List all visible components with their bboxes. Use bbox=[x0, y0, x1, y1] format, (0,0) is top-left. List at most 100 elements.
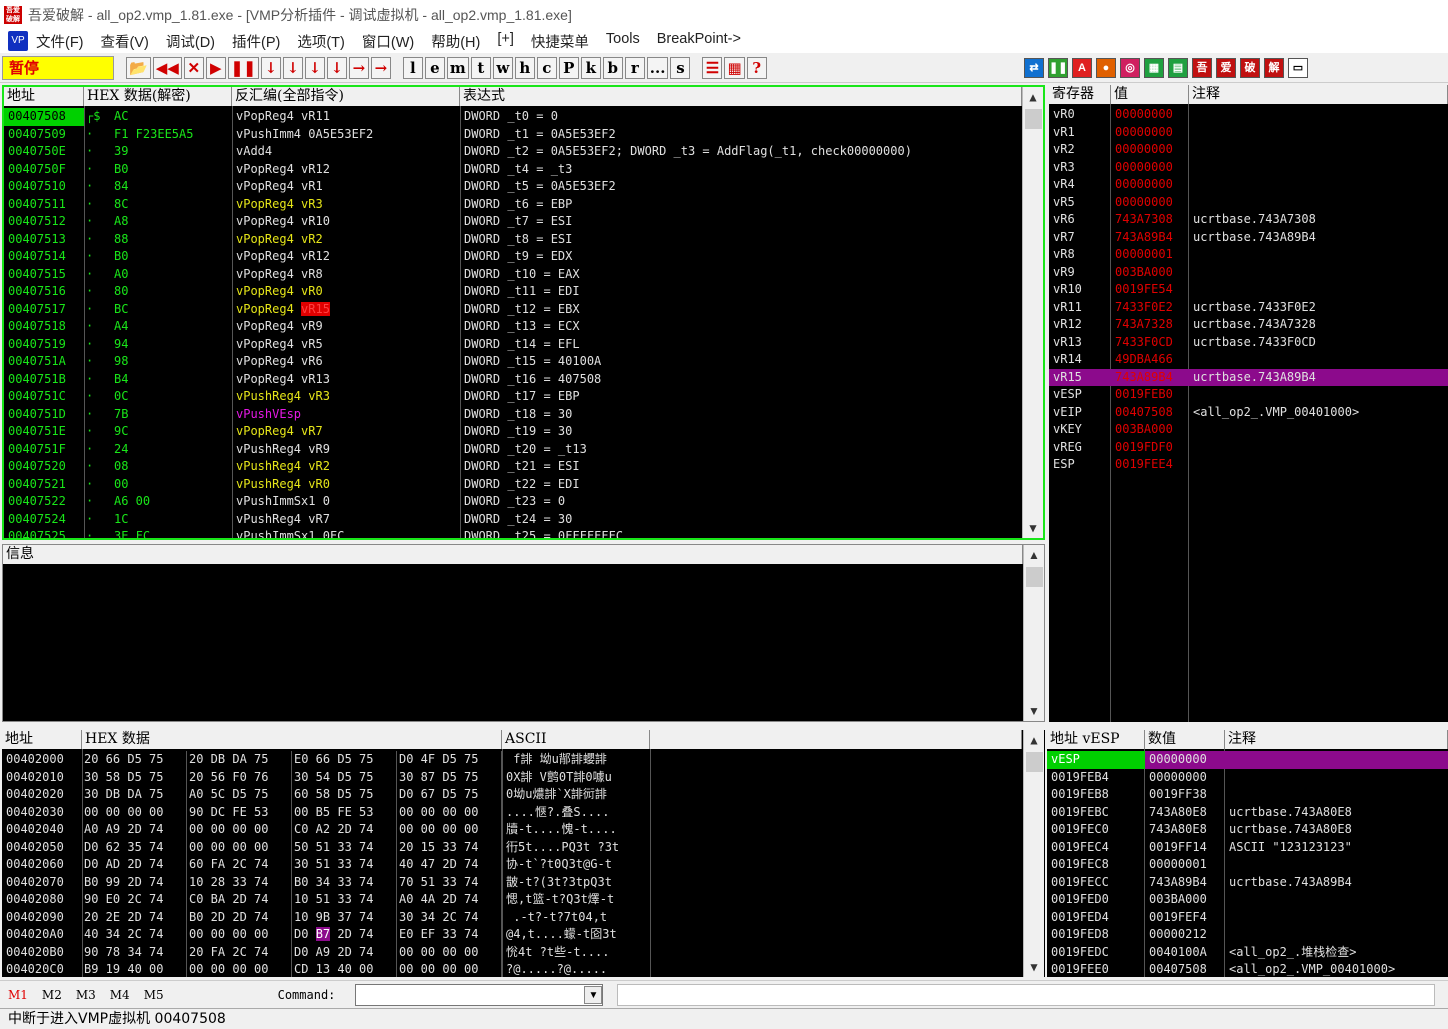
dump-ascii[interactable]: ?@.....?@..... bbox=[502, 961, 650, 977]
stack-row[interactable]: 0019FEDC 0040100A <all_op2_.堆栈检查> bbox=[1047, 944, 1448, 962]
hex-cell[interactable]: A0 bbox=[110, 266, 232, 284]
dump-address[interactable]: 00402060 bbox=[2, 856, 82, 874]
plugin-button[interactable]: ⇄ bbox=[1024, 57, 1044, 78]
register-value[interactable]: 00000001 bbox=[1111, 246, 1189, 264]
register-row[interactable]: vR14 49DBA466 bbox=[1049, 351, 1448, 369]
table-row[interactable]: 00407518 · A4 vPopReg4 vR9 DWORD _t13 = ECX bbox=[4, 318, 1022, 336]
registers-panel[interactable]: 寄存器 值 注释 vR0 00000000 vR1 00000000 vR2 000000… bbox=[1049, 85, 1448, 722]
register-value[interactable]: 00000000 bbox=[1111, 106, 1189, 124]
cpu-scrollbar[interactable]: ▲ ▼ bbox=[1022, 87, 1043, 538]
stack-value[interactable]: 0019FF14 bbox=[1145, 839, 1225, 857]
disasm-cell[interactable]: vPushImmSx1 0 bbox=[232, 493, 460, 511]
nav-buttons-button[interactable]: ✕ bbox=[183, 56, 204, 79]
register-row[interactable]: vESP 0019FEB0 bbox=[1049, 386, 1448, 404]
address-cell[interactable]: 00407524 bbox=[4, 511, 84, 529]
address-cell[interactable]: 0040751C bbox=[4, 388, 84, 406]
letter-buttons-button[interactable]: m bbox=[446, 56, 469, 79]
scroll-down-icon[interactable]: ▼ bbox=[1024, 701, 1044, 721]
nav-buttons-button[interactable]: → bbox=[370, 56, 391, 79]
disasm-cell[interactable]: vPopReg4 vR11 bbox=[232, 108, 460, 126]
hex-cell[interactable]: A6 00 bbox=[110, 493, 232, 511]
dump-scrollbar[interactable]: ▲ ▼ bbox=[1023, 730, 1044, 977]
register-row[interactable]: vR15 743A89B4 ucrtbase.743A89B4 bbox=[1049, 368, 1448, 386]
table-row[interactable]: 0040751D · 7B vPushVEsp DWORD _t18 = 30 bbox=[4, 406, 1022, 424]
hex-cell[interactable]: F1 F23EE5A5 bbox=[110, 126, 232, 144]
stack-row[interactable]: 0019FED8 00000212 bbox=[1047, 926, 1448, 944]
hex-group[interactable]: 00 00 00 00 bbox=[187, 821, 292, 839]
hex-group[interactable]: 60 58 D5 75 bbox=[292, 786, 397, 804]
stack-address[interactable]: 0019FED4 bbox=[1047, 909, 1145, 927]
expression-cell[interactable]: DWORD _t22 = EDI bbox=[460, 476, 1022, 494]
table-row[interactable]: 00407516 · 80 vPopReg4 vR0 DWORD _t11 = EDI bbox=[4, 283, 1022, 301]
stack-address[interactable]: 0019FEC4 bbox=[1047, 839, 1145, 857]
address-cell[interactable]: 00407522 bbox=[4, 493, 84, 511]
memory-mark-m2[interactable]: M2 bbox=[42, 988, 62, 1002]
table-row[interactable]: 0040751F · 24 vPushReg4 vR9 DWORD _t20 = _t1… bbox=[4, 441, 1022, 459]
address-cell[interactable]: 00407519 bbox=[4, 336, 84, 354]
register-value[interactable]: 49DBA466 bbox=[1111, 351, 1189, 369]
dump-ascii[interactable]: 恱4t ?t些-t.... bbox=[502, 944, 650, 962]
letter-buttons-button[interactable]: t bbox=[470, 56, 491, 79]
hex-group[interactable]: D0 4F D5 75 bbox=[397, 751, 502, 769]
register-value[interactable]: 743A7328 bbox=[1111, 316, 1189, 334]
register-value[interactable]: 7433F0E2 bbox=[1111, 299, 1189, 317]
plugin-button[interactable]: ● bbox=[1096, 57, 1116, 78]
dump-row[interactable]: 00402030 00 00 00 00 90 DC FE 53 00 B5 FE 5… bbox=[2, 803, 1022, 821]
address-cell[interactable]: 0040750F bbox=[4, 161, 84, 179]
hex-cell[interactable]: 84 bbox=[110, 178, 232, 196]
hex-cell[interactable]: 3E FC bbox=[110, 528, 232, 538]
expression-cell[interactable]: DWORD _t6 = EBP bbox=[460, 196, 1022, 214]
expression-cell[interactable]: DWORD _t10 = EAX bbox=[460, 266, 1022, 284]
stack-value[interactable]: 0019FEF4 bbox=[1145, 909, 1225, 927]
table-row[interactable]: 00407525 · 3E FC vPushImmSx1 0FC DWORD _t25 … bbox=[4, 528, 1022, 538]
stack-value[interactable]: 743A89B4 bbox=[1145, 874, 1225, 892]
hex-group[interactable]: 20 FA 2C 74 bbox=[187, 943, 292, 961]
expression-cell[interactable]: DWORD _t11 = EDI bbox=[460, 283, 1022, 301]
expression-cell[interactable]: DWORD _t21 = ESI bbox=[460, 458, 1022, 476]
menu-item[interactable]: [+] bbox=[497, 31, 514, 52]
table-row[interactable]: 00407513 · 88 vPopReg4 vR2 DWORD _t8 = ESI bbox=[4, 231, 1022, 249]
nav-buttons-button[interactable]: ↓ bbox=[304, 56, 325, 79]
dump-address[interactable]: 00402050 bbox=[2, 839, 82, 857]
menu-item[interactable]: 插件(P) bbox=[232, 31, 280, 52]
scroll-up-icon[interactable]: ▲ bbox=[1023, 87, 1043, 107]
dump-address[interactable]: 00402010 bbox=[2, 769, 82, 787]
stack-row[interactable]: 0019FEC8 00000001 bbox=[1047, 856, 1448, 874]
nav-buttons-button[interactable]: ↓ bbox=[282, 56, 303, 79]
stack-address[interactable]: 0019FEBC bbox=[1047, 804, 1145, 822]
stack-row[interactable]: 0019FEC0 743A80E8 ucrtbase.743A80E8 bbox=[1047, 821, 1448, 839]
address-cell[interactable]: 0040751D bbox=[4, 406, 84, 424]
dump-address[interactable]: 004020A0 bbox=[2, 926, 82, 944]
stack-row[interactable]: 0019FEBC 743A80E8 ucrtbase.743A80E8 bbox=[1047, 804, 1448, 822]
stack-address[interactable]: 0019FEB4 bbox=[1047, 769, 1145, 787]
disasm-cell[interactable]: vPushReg4 vR3 bbox=[232, 388, 460, 406]
hex-group[interactable]: 30 51 33 74 bbox=[292, 856, 397, 874]
register-row[interactable]: vR12 743A7328 ucrtbase.743A7328 bbox=[1049, 316, 1448, 334]
expression-cell[interactable]: DWORD _t12 = EBX bbox=[460, 301, 1022, 319]
register-value[interactable]: 00000000 bbox=[1111, 141, 1189, 159]
hex-group[interactable]: 30 58 D5 75 bbox=[82, 768, 187, 786]
hex-group[interactable]: A0 4A 2D 74 bbox=[397, 891, 502, 909]
disasm-cell[interactable]: vPopReg4 vR2 bbox=[232, 231, 460, 249]
expression-cell[interactable]: DWORD _t7 = ESI bbox=[460, 213, 1022, 231]
stack-row[interactable]: vESP 00000000 bbox=[1047, 751, 1448, 769]
dump-ascii[interactable]: @4,t....蠓-t囵3t bbox=[502, 926, 650, 944]
col-dump-ascii-header[interactable]: ASCII bbox=[502, 730, 650, 749]
letter-buttons-button[interactable]: c bbox=[536, 56, 557, 79]
table-row[interactable]: 00407509 · F1 F23EE5A5 vPushImm4 0A5E53EF2 D… bbox=[4, 126, 1022, 144]
dump-row[interactable]: 004020C0 B9 19 40 00 00 00 00 00 CD 13 40 0… bbox=[2, 961, 1022, 977]
address-cell[interactable]: 00407513 bbox=[4, 231, 84, 249]
nav-buttons-button[interactable]: ↓ bbox=[260, 56, 281, 79]
address-cell[interactable]: 00407509 bbox=[4, 126, 84, 144]
dump-row[interactable]: 00402090 20 2E 2D 74 B0 2D 2D 74 10 9B 37 7… bbox=[2, 908, 1022, 926]
register-row[interactable]: vKEY 003BA000 bbox=[1049, 421, 1448, 439]
table-row[interactable]: 00407510 · 84 vPopReg4 vR1 DWORD _t5 = 0A5E5… bbox=[4, 178, 1022, 196]
nav-buttons-button[interactable]: 📂 bbox=[126, 56, 151, 79]
hex-group[interactable]: D0 62 35 74 bbox=[82, 838, 187, 856]
register-row[interactable]: vR10 0019FE54 bbox=[1049, 281, 1448, 299]
hex-group[interactable]: E0 EF 33 74 bbox=[397, 926, 502, 944]
register-value[interactable]: 003BA000 bbox=[1111, 264, 1189, 282]
stack-row[interactable]: 0019FED0 003BA000 bbox=[1047, 891, 1448, 909]
disasm-cell[interactable]: vPushReg4 vR0 bbox=[232, 476, 460, 494]
register-value[interactable]: 0019FEB0 bbox=[1111, 386, 1189, 404]
